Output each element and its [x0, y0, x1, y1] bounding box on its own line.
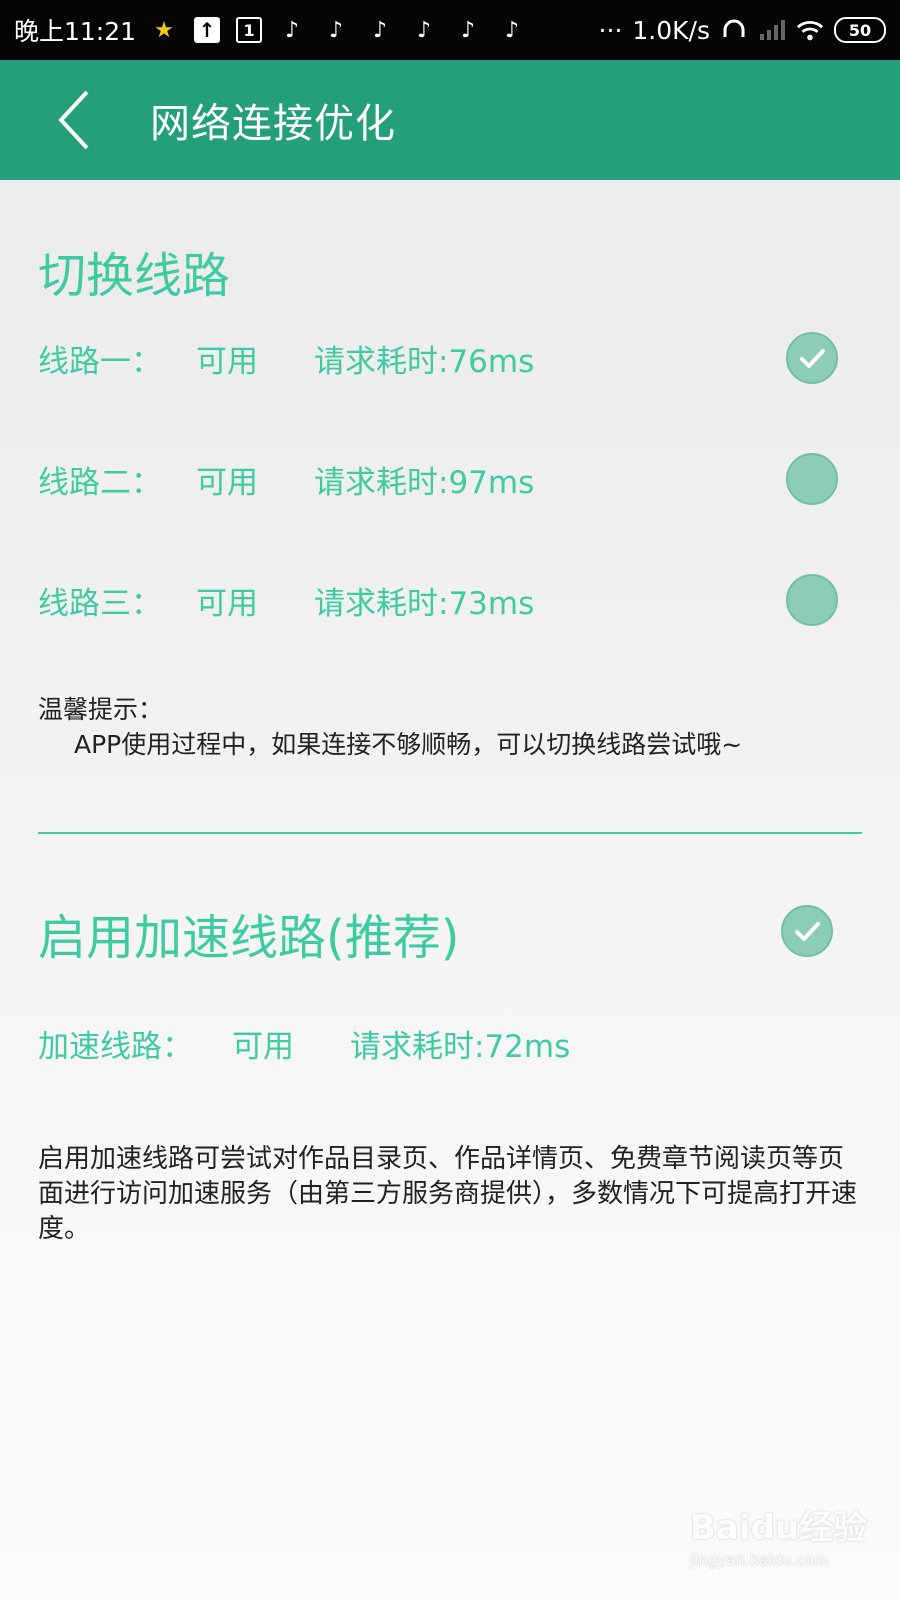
route-option-1[interactable]: 线路一： 可用 请求耗时:76ms	[38, 328, 838, 388]
route-name: 线路一：	[38, 343, 162, 380]
route-3-radio[interactable]	[786, 574, 838, 626]
tip-label: 温馨提示：	[38, 695, 164, 724]
status-right: ··· 1.0K/s 50	[599, 16, 886, 45]
status-bar: 晚上11:21 ★ ↑ 1 ♪ ♪ ♪ ♪ ♪ ♪ ··· 1.0K/s 50	[0, 0, 900, 60]
route-latency: 请求耗时:72ms	[350, 1028, 571, 1065]
checkmark-icon	[795, 922, 820, 941]
route-option-3[interactable]: 线路三： 可用 请求耗时:73ms	[38, 570, 838, 630]
status-time: 晚上11:21	[14, 17, 137, 46]
switch-route-heading: 切换线路	[38, 248, 231, 304]
notification-icons: ★ ↑ 1 ♪ ♪ ♪ ♪ ♪ ♪	[150, 16, 599, 44]
tip-text: APP使用过程中，如果连接不够顺畅，可以切换线路尝试哦~	[74, 730, 743, 759]
route-status: 可用	[232, 1028, 294, 1065]
route-1-radio[interactable]	[786, 332, 838, 384]
net-speed: 1.0K/s	[632, 15, 710, 45]
tiktok-icon: ♪	[505, 17, 520, 43]
route-status: 可用	[196, 464, 258, 501]
chevron-left-icon	[58, 90, 89, 150]
signal-icon	[758, 16, 786, 44]
route-name: 线路三：	[38, 585, 162, 622]
headphones-icon	[720, 16, 748, 44]
page-title: 网络连接优化	[150, 101, 396, 147]
route-name: 线路二：	[38, 464, 162, 501]
star-icon: ★	[154, 17, 174, 43]
tiktok-icon: ♪	[417, 17, 432, 43]
back-button[interactable]	[0, 60, 150, 180]
route-option-2[interactable]: 线路二： 可用 请求耗时:97ms	[38, 449, 838, 509]
watermark-logo: Baidu经验	[690, 1508, 868, 1548]
app-header: 网络连接优化	[0, 60, 900, 180]
accel-route-checkbox[interactable]	[781, 905, 833, 957]
section-divider	[38, 832, 862, 834]
baidu-watermark: Baidu经验 jingyan.baidu.com	[690, 1500, 868, 1580]
route-status: 可用	[196, 585, 258, 622]
route-status: 可用	[196, 343, 258, 380]
route-latency: 请求耗时:97ms	[314, 464, 535, 501]
tiktok-icon: ♪	[329, 17, 344, 43]
upload-icon: ↑	[194, 17, 221, 43]
wifi-icon	[796, 16, 824, 44]
route-latency: 请求耗时:76ms	[314, 343, 535, 380]
battery-icon: 50	[834, 17, 886, 43]
tiktok-icon: ♪	[373, 17, 388, 43]
sim-icon: 1	[236, 17, 263, 43]
checkmark-icon	[800, 349, 825, 368]
watermark-url: jingyan.baidu.com	[690, 1551, 829, 1569]
tiktok-icon: ♪	[461, 17, 476, 43]
accel-route-heading: 启用加速线路(推荐)	[38, 910, 460, 966]
route-name: 加速线路：	[38, 1028, 193, 1065]
accel-route-info: 加速线路： 可用 请求耗时:72ms	[38, 1013, 838, 1073]
tiktok-icon: ♪	[285, 17, 300, 43]
route-2-radio[interactable]	[786, 453, 838, 505]
route-latency: 请求耗时:73ms	[314, 585, 535, 622]
more-indicator: ···	[598, 15, 623, 45]
accel-description: 启用加速线路可尝试对作品目录页、作品详情页、免费章节阅读页等页面进行访问加速服务…	[38, 1144, 858, 1244]
